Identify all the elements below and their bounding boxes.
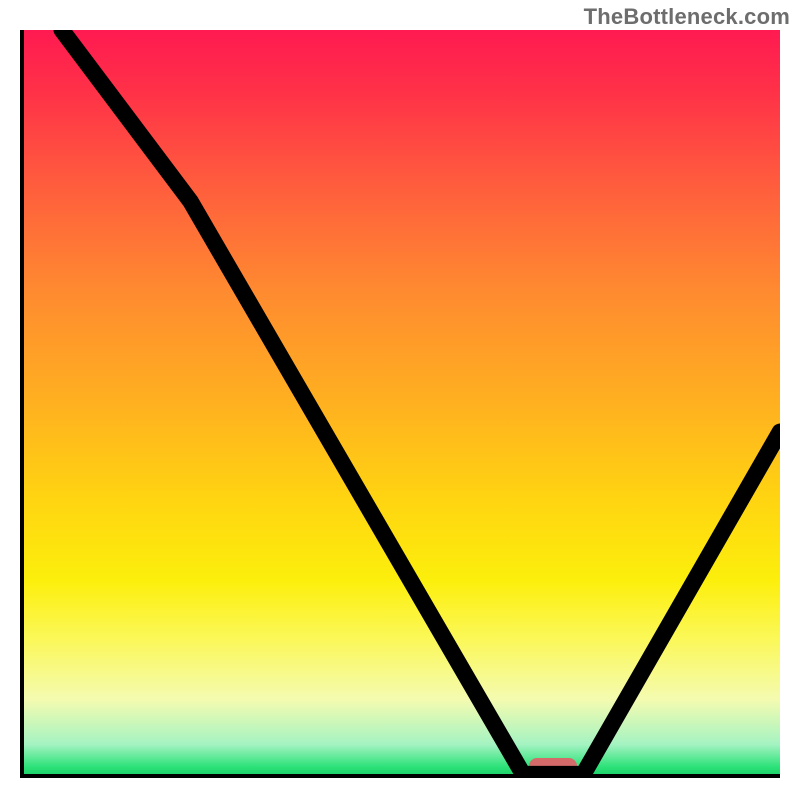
- plot-area: [20, 30, 780, 778]
- curve-svg: [24, 30, 780, 774]
- bottleneck-curve-path: [62, 30, 780, 774]
- chart-frame: TheBottleneck.com: [0, 0, 800, 800]
- watermark-label: TheBottleneck.com: [584, 4, 790, 30]
